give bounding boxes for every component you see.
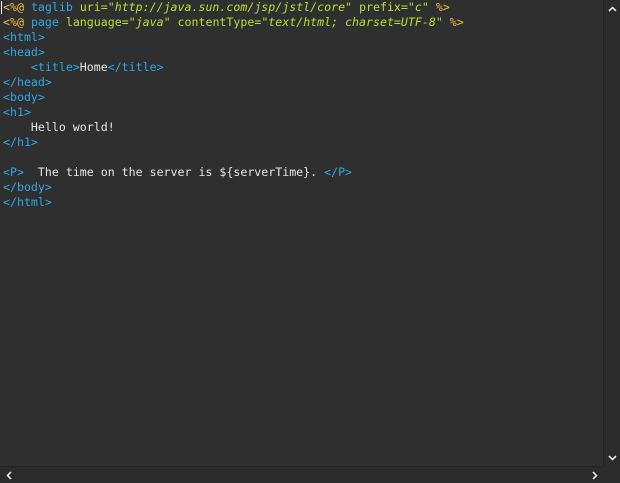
- code-token: </P>: [324, 165, 353, 179]
- code-token: <h1>: [3, 105, 31, 119]
- code-token: <body>: [3, 90, 45, 104]
- code-token: <title>: [30, 60, 80, 74]
- code-token: Home: [79, 60, 108, 74]
- code-token: <P>: [3, 165, 24, 179]
- chevron-right-icon[interactable]: [586, 467, 603, 483]
- code-token: page: [30, 15, 59, 29]
- code-token: contentType=: [177, 15, 262, 29]
- chevron-down-icon[interactable]: [604, 449, 620, 466]
- code-text-area[interactable]: <%@ taglib uri="http://java.sun.com/jsp/…: [0, 0, 603, 466]
- code-line[interactable]: </h1>: [3, 135, 38, 150]
- code-token: %>: [449, 15, 464, 29]
- code-token: <%@: [3, 15, 24, 29]
- code-token: Hello world!: [3, 120, 115, 134]
- code-token: "http://java.sun.com/jsp/jstl/core": [107, 0, 353, 14]
- chevron-left-icon[interactable]: [0, 467, 17, 483]
- code-line[interactable]: </body>: [3, 180, 52, 195]
- code-line[interactable]: <html>: [3, 30, 45, 45]
- code-line[interactable]: </head>: [3, 75, 52, 90]
- code-token: </html>: [3, 195, 52, 209]
- code-token: %>: [435, 0, 450, 14]
- code-token: </body>: [3, 180, 52, 194]
- scrollbar-corner: [603, 466, 620, 483]
- code-token: <html>: [3, 30, 45, 44]
- code-line[interactable]: <%@ page language="java" contentType="te…: [3, 15, 464, 30]
- code-token: language=: [65, 15, 129, 29]
- code-line[interactable]: <head>: [3, 45, 45, 60]
- code-token: "c": [407, 0, 429, 14]
- code-line[interactable]: <title>Home</title>: [3, 60, 164, 75]
- code-token: "text/html; charset=UTF-8": [261, 15, 443, 29]
- text-caret: [1, 1, 2, 14]
- chevron-up-icon[interactable]: [604, 0, 620, 17]
- code-line[interactable]: <%@ taglib uri="http://java.sun.com/jsp/…: [3, 0, 450, 15]
- code-editor[interactable]: <%@ taglib uri="http://java.sun.com/jsp/…: [0, 0, 620, 483]
- code-line[interactable]: <body>: [3, 90, 45, 105]
- code-token: prefix=: [359, 0, 408, 14]
- code-token: </title>: [107, 60, 164, 74]
- code-line[interactable]: Hello world!: [3, 120, 115, 135]
- code-token: "java": [128, 15, 171, 29]
- code-line[interactable]: <P> The time on the server is ${serverTi…: [3, 165, 352, 180]
- code-token: uri=: [79, 0, 108, 14]
- vertical-scrollbar[interactable]: [603, 0, 620, 466]
- code-line[interactable]: </html>: [3, 195, 52, 210]
- code-token: </h1>: [3, 135, 38, 149]
- code-token: The time on the server is ${serverTime}.: [23, 165, 325, 179]
- code-token: </head>: [3, 75, 52, 89]
- code-token: taglib: [30, 0, 73, 14]
- code-token: <%@: [3, 0, 24, 14]
- code-token: <head>: [3, 45, 45, 59]
- code-line[interactable]: <h1>: [3, 105, 31, 120]
- horizontal-scrollbar[interactable]: [0, 466, 603, 483]
